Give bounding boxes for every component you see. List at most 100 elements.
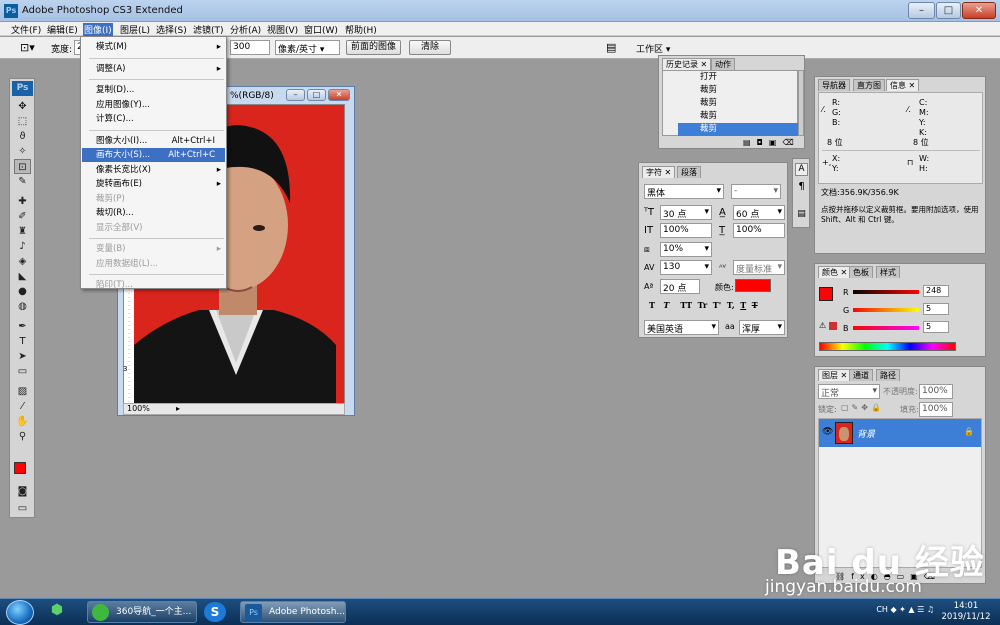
zoom-level[interactable]: 100%: [124, 404, 150, 413]
faux-italic-button[interactable]: T: [663, 300, 669, 310]
palette-well-icon[interactable]: ▤: [606, 41, 616, 54]
type-tool-icon[interactable]: T: [14, 334, 31, 349]
dodge-tool-icon[interactable]: ◍: [14, 299, 31, 314]
font-size-input[interactable]: 30 点 ▾: [660, 205, 712, 220]
tab-navigator[interactable]: 导航器: [818, 79, 850, 91]
maximize-button[interactable]: □: [936, 2, 961, 19]
b-input[interactable]: 5: [923, 321, 949, 333]
vertical-scale-input[interactable]: 100%: [660, 223, 712, 238]
image-menu-item[interactable]: 模式(M) ▸: [82, 40, 225, 54]
tab-swatches[interactable]: 色板: [849, 266, 873, 278]
g-input[interactable]: 5: [923, 303, 949, 315]
eyedropper-icon[interactable]: ⁄: [14, 399, 31, 414]
history-item[interactable]: 裁剪: [678, 84, 803, 97]
lock-icons[interactable]: ▢✎✥🔒: [841, 403, 884, 412]
move-tool-icon[interactable]: ✥: [14, 99, 31, 114]
sogou-icon[interactable]: S: [204, 602, 226, 622]
quick-mask-icon[interactable]: ◙: [14, 484, 31, 499]
small-caps-button[interactable]: Tr: [698, 300, 708, 310]
tracking-input[interactable]: 130 ▾: [660, 260, 712, 275]
horizontal-scale-input[interactable]: 100%: [733, 223, 785, 238]
path-select-icon[interactable]: ➤: [14, 349, 31, 364]
image-menu-item[interactable]: 复制(D)...: [82, 83, 225, 97]
foreground-color-box[interactable]: [819, 287, 833, 301]
language-select[interactable]: 美国英语 ▾: [644, 320, 719, 335]
menu-help[interactable]: 帮助(H): [344, 23, 378, 36]
menu-select[interactable]: 选择(S): [155, 23, 188, 36]
antialias-select[interactable]: 浑厚 ▾: [739, 320, 785, 335]
subscript-button[interactable]: T,: [727, 300, 735, 310]
text-color-swatch[interactable]: [735, 279, 771, 292]
menu-edit[interactable]: 编辑(E): [46, 23, 79, 36]
history-item[interactable]: 裁剪: [678, 97, 803, 110]
layer-name[interactable]: 背景: [857, 427, 875, 440]
history-scrollbar[interactable]: [798, 70, 804, 136]
kerning-select[interactable]: 度量标准 ▾: [733, 260, 785, 275]
menu-file[interactable]: 文件(F): [10, 23, 42, 36]
tab-styles[interactable]: 样式: [876, 266, 900, 278]
pen-tool-icon[interactable]: ✒: [14, 319, 31, 334]
taskbar-item-photoshop[interactable]: Ps Adobe Photosh...: [240, 601, 346, 623]
close-button[interactable]: ✕: [962, 2, 996, 19]
status-menu-icon[interactable]: ▸: [176, 404, 180, 413]
gamut-color-chip[interactable]: [829, 322, 837, 330]
system-tray[interactable]: CH ◆ ✦ ▲ ☰ ♫: [876, 605, 934, 614]
r-slider[interactable]: [853, 290, 919, 294]
doc-maximize-button[interactable]: □: [307, 89, 326, 101]
history-item[interactable]: 裁剪: [678, 110, 803, 123]
image-menu-item[interactable]: 调整(A) ▸: [82, 62, 225, 76]
slice-tool-icon[interactable]: ✎: [14, 174, 31, 189]
image-menu-item[interactable]: 应用图像(Y)...: [82, 98, 225, 112]
font-style-select[interactable]: - ▾: [731, 184, 781, 199]
history-brush-icon[interactable]: ♪: [14, 239, 31, 254]
paragraph-panel-icon[interactable]: ¶: [795, 181, 808, 194]
tab-history[interactable]: 历史记录 ✕: [662, 58, 712, 70]
minimize-button[interactable]: –: [908, 2, 935, 19]
clear-button[interactable]: 清除: [409, 40, 451, 55]
clone-stamp-icon[interactable]: ♜: [14, 224, 31, 239]
strikethrough-button[interactable]: T: [752, 300, 758, 310]
b-slider[interactable]: [853, 326, 919, 330]
all-caps-button[interactable]: TT: [680, 300, 692, 310]
hand-tool-icon[interactable]: ✋: [14, 414, 31, 429]
magic-wand-tool-icon[interactable]: ✧: [14, 144, 31, 159]
r-input[interactable]: 248: [923, 285, 949, 297]
image-menu-item[interactable]: 画布大小(S)... Alt+Ctrl+C: [82, 148, 225, 162]
menu-view[interactable]: 视图(V): [266, 23, 299, 36]
character-panel-icon[interactable]: A: [795, 163, 808, 176]
opacity-input[interactable]: 100%: [919, 384, 953, 399]
taskbar-item-360[interactable]: 360导航_一个主...: [87, 601, 197, 623]
clock[interactable]: 14:01 2019/11/12: [936, 601, 996, 623]
app-pinned-icon[interactable]: ⬢: [46, 602, 68, 622]
color-ramp[interactable]: [819, 342, 956, 351]
history-footer-icons[interactable]: ▤◘▣⌫: [743, 138, 800, 147]
image-menu-item[interactable]: 图像大小(I)... Alt+Ctrl+I: [82, 134, 225, 148]
notes-tool-icon[interactable]: ▨: [14, 384, 31, 399]
image-menu-item[interactable]: 裁切(R)...: [82, 206, 225, 220]
screen-mode-icon[interactable]: ▭: [14, 501, 31, 516]
foreground-color-swatch[interactable]: [14, 462, 26, 474]
lasso-tool-icon[interactable]: ϑ: [14, 129, 31, 144]
g-slider[interactable]: [853, 308, 919, 312]
menu-window[interactable]: 窗口(W): [303, 23, 339, 36]
tab-histogram[interactable]: 直方图: [853, 79, 885, 91]
layer-visibility-eye-icon[interactable]: 👁: [822, 427, 833, 437]
crop-tool-icon[interactable]: ⊡: [14, 159, 31, 174]
tab-paragraph[interactable]: 段落: [677, 166, 701, 178]
faux-bold-button[interactable]: T: [649, 300, 655, 310]
workspace-menu[interactable]: 工作区 ▾: [636, 42, 670, 55]
menu-layer[interactable]: 图层(L): [119, 23, 151, 36]
input-language[interactable]: CH: [876, 605, 888, 614]
blend-mode-select[interactable]: 正常 ▾: [818, 384, 880, 399]
font-family-select[interactable]: 黑体 ▾: [644, 184, 724, 199]
history-item[interactable]: 打开: [678, 71, 803, 84]
tab-character[interactable]: 字符 ✕: [642, 166, 676, 178]
zoom-tool-icon[interactable]: ⚲: [14, 429, 31, 444]
eraser-tool-icon[interactable]: ◈: [14, 254, 31, 269]
tab-channels[interactable]: 通道: [849, 369, 873, 381]
tab-paths[interactable]: 路径: [876, 369, 900, 381]
layer-row-background[interactable]: 👁 背景 🔒: [819, 419, 981, 447]
crop-tool-preset-icon[interactable]: ⊡▾: [20, 41, 35, 54]
paint-bucket-icon[interactable]: ◣: [14, 269, 31, 284]
superscript-button[interactable]: T': [713, 300, 721, 310]
